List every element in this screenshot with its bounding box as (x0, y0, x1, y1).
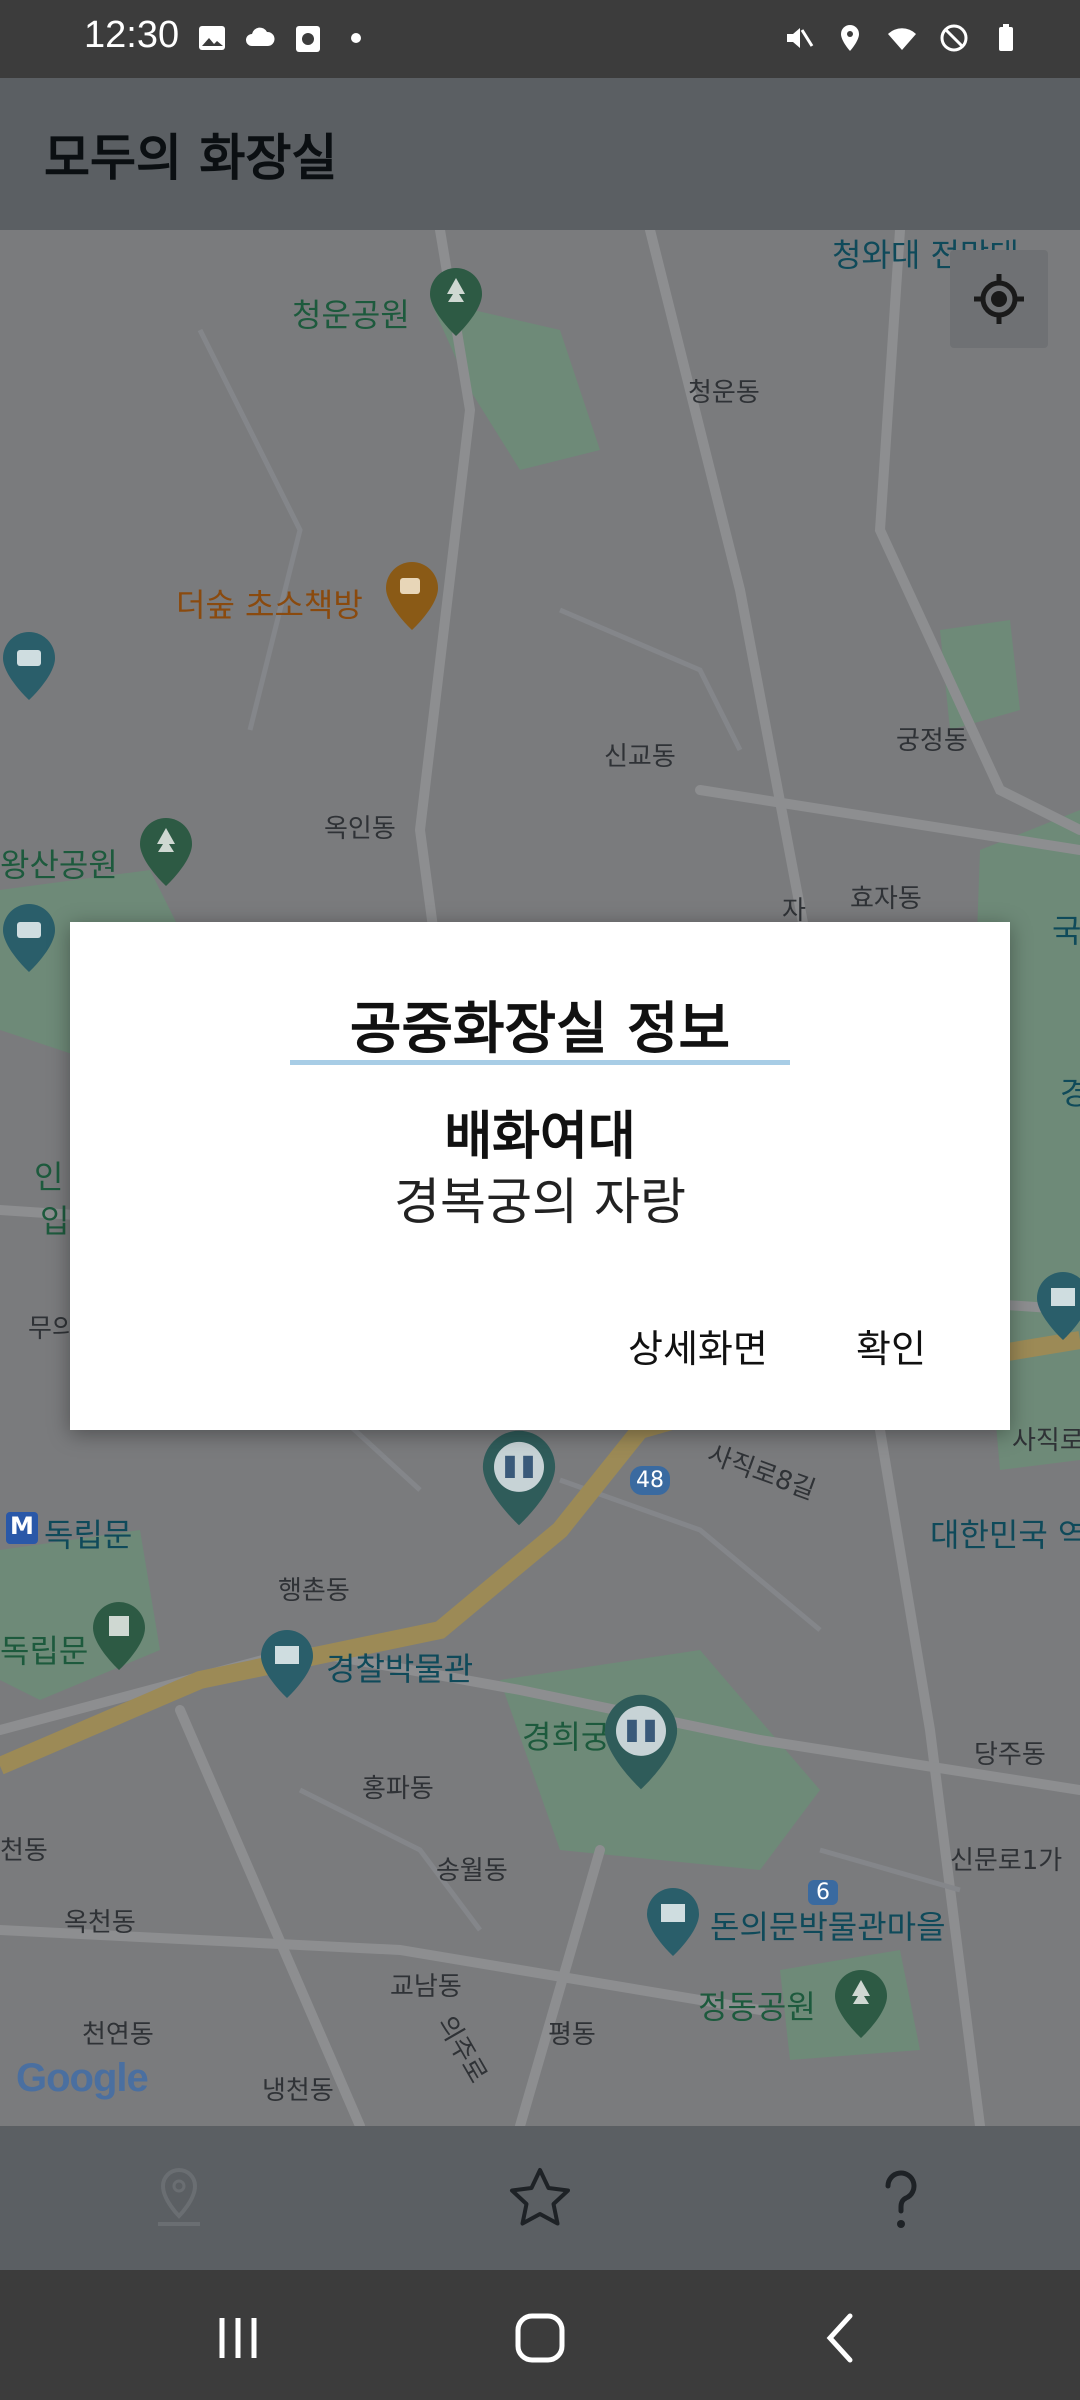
toilet-info-dialog: 공중화장실 정보 배화여대 경복궁의 자랑 상세화면 확인 (70, 922, 1010, 1430)
route-badge: 48 (630, 1466, 670, 1495)
cloud-icon (246, 27, 275, 46)
map-label: 왕산공원 (0, 846, 118, 884)
map-marker-tab-icon[interactable] (144, 2164, 214, 2234)
map-label: 행촌동 (278, 1576, 350, 1606)
cafe-pin-icon[interactable] (383, 560, 441, 632)
no-signal-icon (940, 24, 968, 52)
dialog-title: 공중화장실 정보 (349, 997, 731, 1062)
photo-spot-pin-icon[interactable] (0, 902, 58, 974)
google-logo: Google (16, 2056, 149, 2100)
detail-view-button[interactable]: 상세화면 (628, 1318, 768, 1373)
notification-icons (196, 22, 372, 54)
museum-pin-icon[interactable] (1034, 1270, 1080, 1342)
bottom-navigation (0, 2126, 1080, 2270)
park-pin-icon[interactable] (137, 816, 195, 888)
map-label: 교남동 (390, 1972, 462, 2002)
map-label: 경찰박물관 (326, 1650, 474, 1688)
app-bar: 모두의 화장실 (0, 78, 1080, 230)
map-label: 옥천동 (64, 1908, 136, 1938)
map-label: 무의 (28, 1314, 76, 1344)
photo-spot-pin-icon[interactable] (0, 630, 58, 702)
status-bar: 12:30 (0, 0, 1080, 78)
museum-pin-icon[interactable] (258, 1628, 316, 1700)
map-label: 신문로1가 (950, 1846, 1063, 1876)
toilet-pin-icon[interactable] (478, 1428, 560, 1528)
map-label: 옥인동 (324, 814, 396, 844)
map-label: 냉천동 (262, 2076, 334, 2106)
museum-pin-icon[interactable] (644, 1886, 702, 1958)
help-tab-icon[interactable] (866, 2164, 936, 2234)
map-label: 청운동 (688, 378, 760, 408)
map-label: 궁정동 (896, 726, 968, 756)
metro-icon: M (6, 1512, 38, 1544)
map-label: 천연동 (82, 2020, 154, 2050)
map-label: 국 (1052, 912, 1080, 950)
my-location-button[interactable] (950, 250, 1048, 348)
mute-icon (787, 28, 814, 48)
park-pin-icon[interactable] (832, 1968, 890, 2040)
map-label: 신교동 (604, 742, 676, 772)
map-label: 천동 (0, 1836, 48, 1866)
crosshair-icon (974, 274, 1024, 324)
status-time: 12:30 (84, 14, 180, 56)
map-label: 평동 (548, 2020, 596, 2050)
park-pin-icon[interactable] (427, 266, 485, 338)
map-label: 경희궁 (522, 1718, 611, 1756)
confirm-button[interactable]: 확인 (856, 1318, 926, 1373)
star-tab-icon[interactable] (505, 2164, 575, 2234)
map-label: 독립문 (0, 1632, 89, 1670)
map-label: 돈의문박물관마을 (710, 1908, 946, 1946)
map-label: 대한민국 역 (930, 1516, 1080, 1554)
toilet-pin-icon[interactable] (600, 1692, 682, 1792)
gallery-icon (199, 26, 225, 50)
toilet-name: 배화여대 (444, 1107, 636, 1167)
map-label: 정동공원 (698, 1988, 816, 2026)
app-title: 모두의 화장실 (44, 129, 338, 187)
landmark-pin-icon[interactable] (90, 1600, 148, 1672)
recent-apps-icon[interactable] (208, 2308, 268, 2368)
dialog-divider (290, 1060, 790, 1065)
system-icons (782, 22, 1022, 54)
map-label: 송월동 (436, 1856, 508, 1886)
location-icon (841, 25, 859, 51)
map-label: 홍파동 (362, 1774, 434, 1804)
back-icon[interactable] (812, 2308, 872, 2368)
map-label: 사직로 (1012, 1426, 1080, 1456)
map-label: 인 (34, 1158, 64, 1196)
map-label: 더숲 초소책방 (176, 586, 363, 624)
map-label: 효자동 (850, 884, 922, 914)
map-label: 입 (40, 1202, 70, 1240)
map-label: 독립문 (44, 1516, 133, 1554)
toilet-description: 경복궁의 자랑 (394, 1173, 686, 1231)
home-icon[interactable] (510, 2308, 570, 2368)
battery-icon (999, 24, 1013, 51)
system-navigation-bar (0, 2270, 1080, 2400)
map-label: 당주동 (974, 1740, 1046, 1770)
map-label: 경 (1060, 1074, 1080, 1112)
wifi-icon (888, 28, 916, 50)
map-label: 청운공원 (292, 296, 410, 334)
dot-icon (351, 33, 361, 43)
clock-app-icon (296, 26, 320, 52)
